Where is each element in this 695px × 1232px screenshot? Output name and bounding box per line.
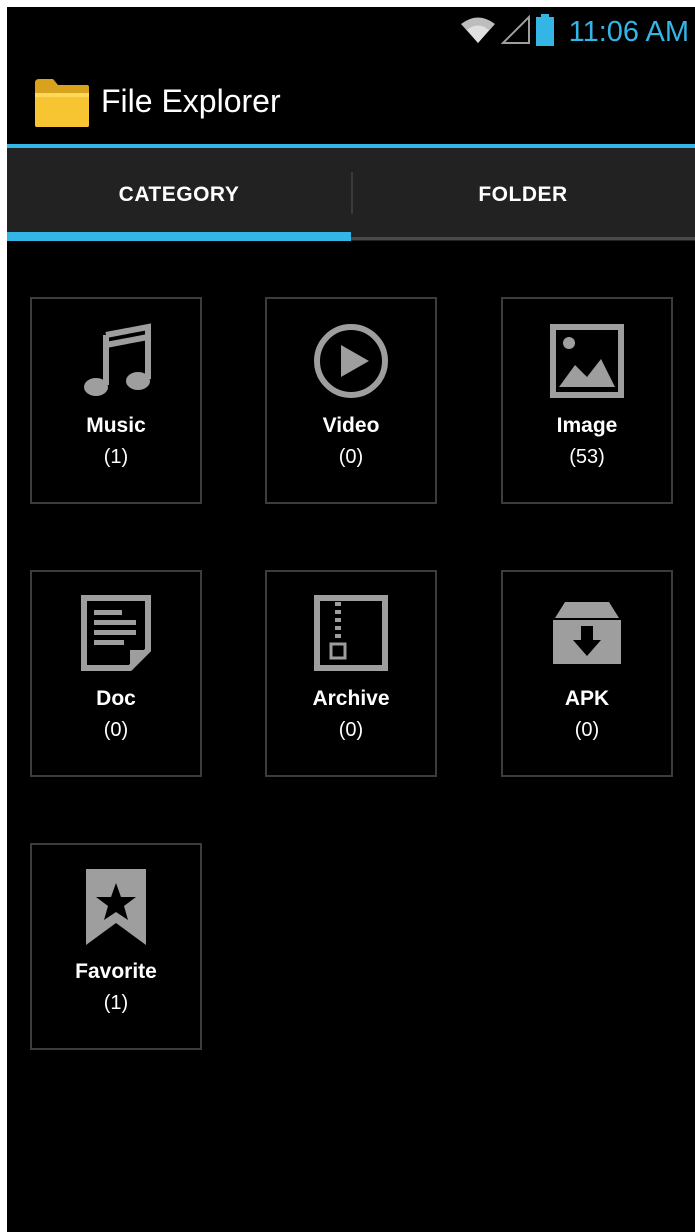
- screen: 11:06 AM File Explorer CATEGORY FOLDER M…: [7, 7, 695, 1232]
- category-tile-video[interactable]: Video (0): [265, 297, 437, 504]
- category-count: (53): [569, 446, 605, 468]
- document-icon: [76, 594, 156, 674]
- category-label: Doc: [96, 687, 136, 710]
- music-note-icon: [76, 321, 156, 401]
- tab-category[interactable]: CATEGORY: [7, 148, 351, 241]
- tab-selected-indicator: [7, 232, 351, 241]
- status-bar: 11:06 AM: [7, 7, 695, 57]
- folder-icon[interactable]: [33, 77, 91, 129]
- category-label: Archive: [312, 687, 390, 710]
- action-bar: File Explorer: [7, 57, 695, 145]
- category-count: (0): [338, 719, 364, 741]
- archive-zip-icon: [311, 594, 391, 674]
- category-count: (1): [103, 446, 129, 468]
- category-tile-archive[interactable]: Archive (0): [265, 570, 437, 777]
- favorite-star-icon: [76, 867, 156, 947]
- category-count: (0): [103, 719, 129, 741]
- status-icons: [459, 13, 555, 50]
- category-count: (0): [338, 446, 364, 468]
- play-circle-icon: [311, 321, 391, 401]
- category-label: APK: [564, 687, 610, 710]
- signal-icon: [500, 14, 531, 50]
- image-icon: [547, 321, 627, 401]
- status-time: 11:06 AM: [568, 16, 689, 48]
- category-label: Video: [322, 414, 380, 437]
- category-count: (0): [574, 719, 600, 741]
- app-title: File Explorer: [101, 83, 281, 119]
- wifi-icon: [459, 15, 497, 50]
- category-tile-favorite[interactable]: Favorite (1): [30, 843, 202, 1050]
- category-tile-apk[interactable]: APK (0): [501, 570, 673, 777]
- category-label: Music: [86, 414, 146, 437]
- tab-underline: [351, 237, 695, 240]
- category-tile-image[interactable]: Image (53): [501, 297, 673, 504]
- tab-folder[interactable]: FOLDER: [351, 148, 695, 241]
- apk-download-icon: [547, 594, 627, 674]
- category-tile-music[interactable]: Music (1): [30, 297, 202, 504]
- tab-bar: CATEGORY FOLDER: [7, 148, 695, 241]
- category-count: (1): [103, 992, 129, 1014]
- category-tile-doc[interactable]: Doc (0): [30, 570, 202, 777]
- category-label: Image: [556, 414, 618, 437]
- battery-icon: [535, 13, 555, 51]
- category-label: Favorite: [75, 960, 157, 983]
